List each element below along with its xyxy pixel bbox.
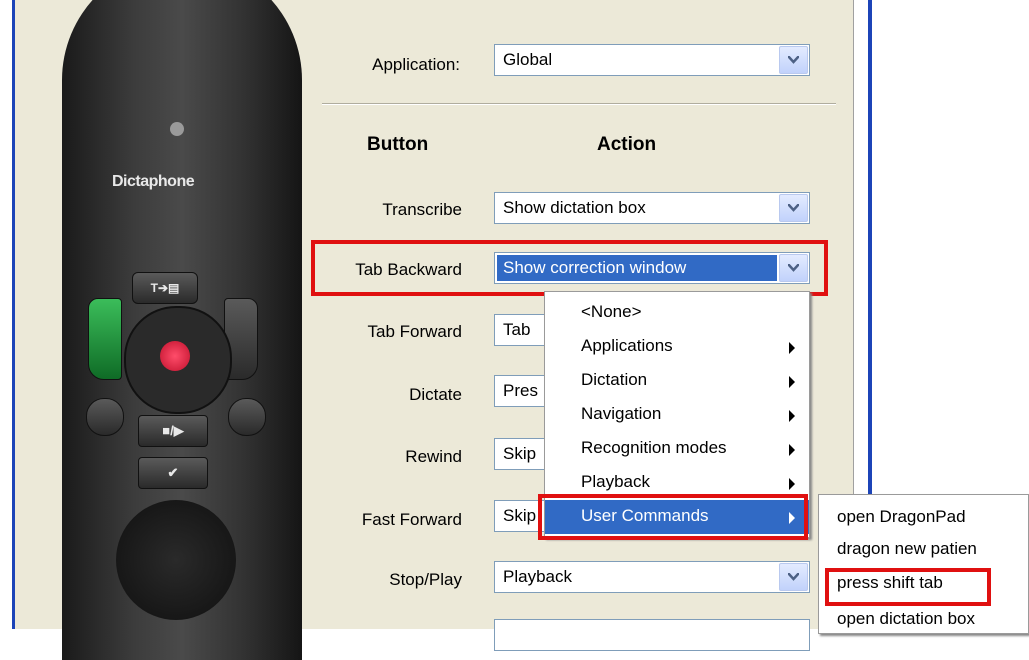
remote-led (170, 122, 184, 136)
application-value: Global (503, 50, 553, 69)
menu-item-none[interactable]: <None> (545, 296, 809, 330)
remote-check-key: ✔ (138, 457, 208, 489)
menu-item-dictation[interactable]: Dictation (545, 364, 809, 398)
tab-backward-highlight-outline (311, 240, 828, 296)
chevron-down-icon[interactable] (779, 194, 808, 222)
remote-trackball (116, 500, 236, 620)
menu-item-navigation[interactable]: Navigation (545, 398, 809, 432)
stop-play-label: Stop/Play (389, 570, 462, 589)
tab-forward-action-value: Tab (503, 320, 531, 339)
submenu-arrow-icon (789, 342, 795, 354)
submenu-arrow-icon (789, 478, 795, 490)
fast-forward-action-value: Skip (503, 506, 537, 525)
user-commands-highlight-outline (538, 494, 808, 540)
tab-forward-label: Tab Forward (367, 322, 462, 341)
remote-stopplay-key: ■/▶ (138, 415, 208, 447)
window-frame-left (12, 0, 15, 629)
submenu-arrow-icon (789, 410, 795, 422)
menu-item-open-dragonpad[interactable]: open DragonPad (819, 501, 1028, 535)
remote-brand-label: Dictaphone (112, 173, 195, 190)
dictate-label: Dictate (409, 385, 462, 404)
button-column-header: Button (367, 134, 429, 155)
next-action-combo[interactable] (494, 619, 810, 651)
stop-play-action-value: Playback (503, 567, 572, 586)
stop-play-action-combo[interactable]: Playback (494, 561, 810, 593)
menu-item-applications[interactable]: Applications (545, 330, 809, 364)
submenu-arrow-icon (789, 444, 795, 456)
rewind-key (86, 398, 124, 436)
chevron-down-icon[interactable] (779, 46, 808, 74)
menu-item-dragon-new-patient[interactable]: dragon new patien (819, 533, 1028, 567)
application-label: Application: (372, 55, 460, 74)
fast-forward-label: Fast Forward (361, 510, 462, 529)
chevron-down-icon[interactable] (779, 563, 808, 591)
dictaphone-remote-image: Dictaphone T➔▤ ■/▶ ✔ (62, 0, 302, 660)
press-shift-tab-highlight-outline (825, 568, 991, 606)
record-icon (160, 341, 190, 371)
transcribe-label: Transcribe (382, 200, 462, 219)
transcribe-action-value: Show dictation box (503, 198, 646, 217)
rewind-action-value: Skip (503, 444, 537, 463)
menu-item-recognition-modes[interactable]: Recognition modes (545, 432, 809, 466)
dictate-action-value: Pres (503, 381, 538, 400)
transcribe-action-combo[interactable]: Show dictation box (494, 192, 810, 224)
fast-forward-key (228, 398, 266, 436)
rewind-label: Rewind (405, 447, 462, 466)
remote-transcribe-key: T➔▤ (132, 272, 198, 304)
action-column-header: Action (597, 134, 657, 155)
submenu-arrow-icon (789, 376, 795, 388)
remote-green-key (88, 298, 122, 380)
user-commands-submenu: open DragonPad dragon new patien press s… (818, 494, 1029, 634)
application-combo[interactable]: Global (494, 44, 810, 76)
menu-item-open-dictation-box[interactable]: open dictation box (819, 603, 1028, 637)
separator (322, 103, 836, 105)
